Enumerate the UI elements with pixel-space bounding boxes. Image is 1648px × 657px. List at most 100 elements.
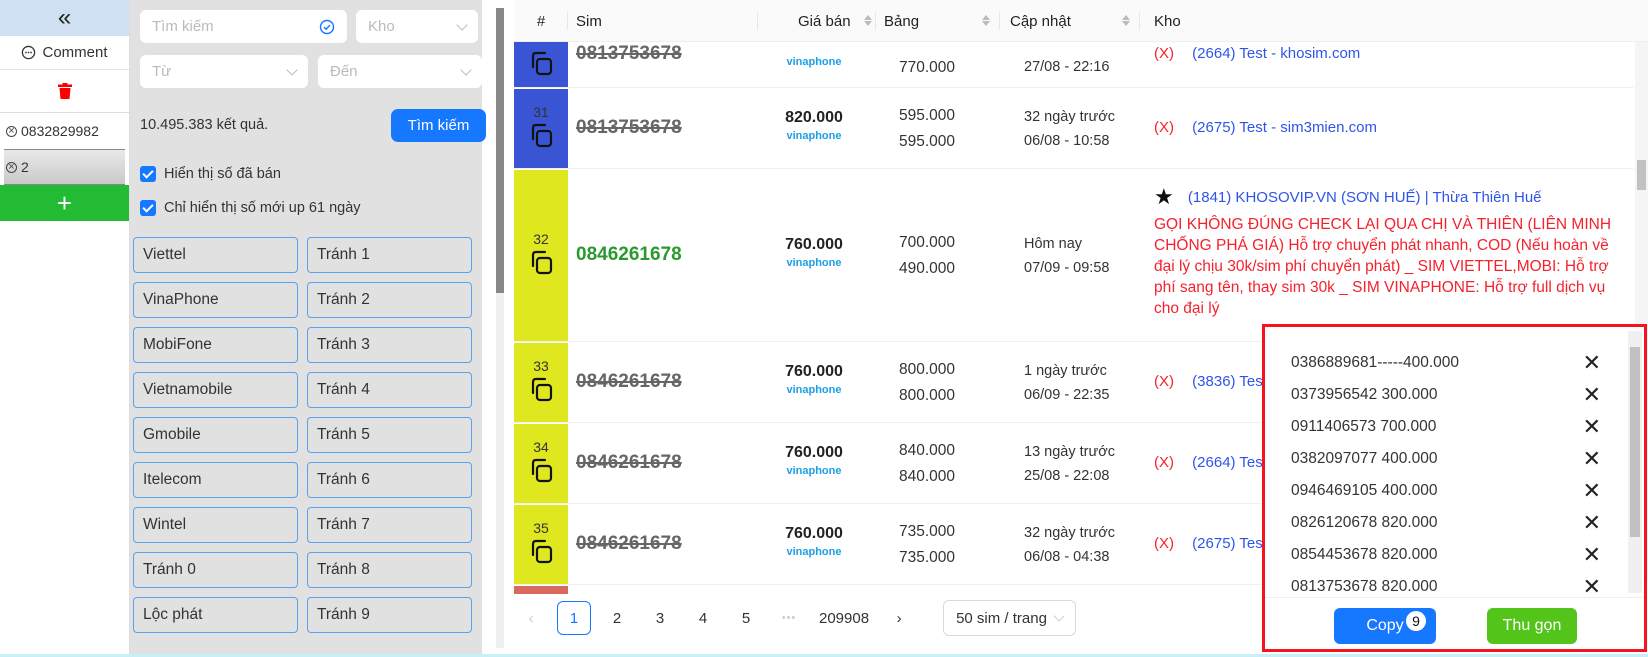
sidebar-tab-active[interactable]: × 2 bbox=[4, 149, 125, 185]
new-only-checkbox[interactable]: Chỉ hiển thị số mới up 61 ngày bbox=[140, 200, 361, 216]
copy-icon[interactable] bbox=[527, 249, 555, 280]
carrier-filter-button[interactable]: Tránh 8 bbox=[307, 552, 472, 588]
pagination-ellipsis[interactable]: ••• bbox=[772, 601, 806, 635]
next-page-button[interactable]: › bbox=[882, 601, 916, 635]
carrier-filter-button[interactable]: Itelecom bbox=[133, 462, 298, 498]
table-row[interactable]: 0813753678 vinaphone 770.000 27/08 - 22:… bbox=[514, 42, 1634, 88]
bang-price-1: 700.000 bbox=[899, 234, 956, 251]
remove-item-icon[interactable]: ✕ bbox=[1583, 350, 1601, 376]
checkbox-checked-icon[interactable] bbox=[140, 166, 156, 182]
collapse-popup-button[interactable]: Thu gọn bbox=[1487, 608, 1577, 644]
updated-cell: 32 ngày trước 06/08 - 04:38 bbox=[1024, 521, 1115, 569]
selected-sim-item: 0911406573 700.000 ✕ bbox=[1291, 411, 1601, 443]
sort-icon[interactable] bbox=[982, 15, 990, 26]
network-label: vinaphone bbox=[786, 546, 842, 558]
updated-cell: 13 ngày trước 25/08 - 22:08 bbox=[1024, 440, 1115, 488]
carrier-filter-button[interactable]: Tránh 6 bbox=[307, 462, 472, 498]
carrier-filter-button[interactable]: Tránh 1 bbox=[307, 237, 472, 273]
delete-button[interactable] bbox=[0, 70, 129, 113]
carrier-filter-button[interactable]: Wintel bbox=[133, 507, 298, 543]
remove-item-icon[interactable]: ✕ bbox=[1583, 382, 1601, 408]
trash-icon bbox=[57, 83, 72, 99]
table-row[interactable]: 31 0813753678 820.000 vinaphone 595.000 … bbox=[514, 89, 1634, 169]
copy-button[interactable]: Copy 9 bbox=[1334, 608, 1436, 644]
remove-item-icon[interactable]: ✕ bbox=[1583, 478, 1601, 504]
carrier-filter-button[interactable]: Viettel bbox=[133, 237, 298, 273]
remove-item-icon[interactable]: ✕ bbox=[1583, 574, 1601, 597]
page-button[interactable]: 3 bbox=[643, 601, 677, 635]
popup-scrollbar[interactable] bbox=[1628, 331, 1642, 593]
sim-number[interactable]: 0813753678 bbox=[576, 43, 682, 65]
remove-item-icon[interactable]: ✕ bbox=[1583, 414, 1601, 440]
carrier-filter-button[interactable]: Lộc phát bbox=[133, 597, 298, 633]
bang-price-1: 800.000 bbox=[899, 361, 956, 378]
bang-price-2: 490.000 bbox=[899, 260, 956, 277]
remove-item-icon[interactable]: ✕ bbox=[1583, 542, 1601, 568]
to-select[interactable]: Đến bbox=[318, 55, 482, 88]
kho-select[interactable]: Kho bbox=[356, 10, 478, 43]
add-tab-button[interactable]: + bbox=[0, 185, 129, 221]
checkbox-checked-icon[interactable] bbox=[140, 200, 156, 216]
kho-link[interactable]: (2664) Test - khosim.com bbox=[1192, 45, 1360, 62]
page-button[interactable]: 1 bbox=[557, 601, 591, 635]
carrier-filter-button[interactable]: Tránh 9 bbox=[307, 597, 472, 633]
carrier-filter-button[interactable]: Tránh 3 bbox=[307, 327, 472, 363]
chevron-down-icon bbox=[456, 18, 468, 31]
scrollbar-thumb[interactable] bbox=[496, 8, 504, 293]
kho-link[interactable]: (2675) Test bbox=[1192, 535, 1267, 552]
header-price[interactable]: Giá bán bbox=[758, 0, 876, 42]
copy-icon[interactable] bbox=[527, 122, 555, 153]
close-tab-icon[interactable]: × bbox=[6, 161, 17, 173]
carrier-filter-button[interactable]: MobiFone bbox=[133, 327, 298, 363]
kho-link[interactable]: (1841) KHOSOVIP.VN (SƠN HUẾ) | Thừa Thiê… bbox=[1188, 189, 1542, 206]
sim-number[interactable]: 0846261678 bbox=[576, 244, 682, 266]
sim-number[interactable]: 0846261678 bbox=[576, 533, 682, 555]
kho-link[interactable]: (2664) Test bbox=[1192, 454, 1267, 471]
kho-status-mark: (X) bbox=[1154, 45, 1174, 62]
last-page-button[interactable]: 209908 bbox=[815, 601, 873, 635]
comment-button[interactable]: Comment bbox=[0, 36, 129, 70]
search-input[interactable]: Tìm kiếm bbox=[140, 10, 347, 43]
scrollbar-thumb[interactable] bbox=[1630, 347, 1640, 537]
page-size-select[interactable]: 50 sim / trang bbox=[943, 600, 1076, 636]
filter-scrollbar[interactable] bbox=[496, 8, 504, 648]
sort-icon[interactable] bbox=[1122, 15, 1130, 26]
copy-icon[interactable] bbox=[527, 538, 555, 569]
remove-item-icon[interactable]: ✕ bbox=[1583, 510, 1601, 536]
carrier-filter-button[interactable]: VinaPhone bbox=[133, 282, 298, 318]
from-select[interactable]: Từ bbox=[140, 55, 308, 88]
table-row[interactable]: 32 0846261678 760.000 vinaphone 700.000 … bbox=[514, 170, 1634, 342]
selected-sim-text: 0373956542 300.000 bbox=[1291, 386, 1438, 403]
prev-page-button[interactable]: ‹ bbox=[514, 601, 548, 635]
sim-number[interactable]: 0813753678 bbox=[576, 117, 682, 139]
copy-icon[interactable] bbox=[527, 50, 555, 81]
sim-number[interactable]: 0846261678 bbox=[576, 371, 682, 393]
page-button[interactable]: 5 bbox=[729, 601, 763, 635]
updated-date: 07/09 - 09:58 bbox=[1024, 260, 1110, 276]
close-tab-icon[interactable]: × bbox=[6, 125, 17, 137]
copy-icon[interactable] bbox=[527, 376, 555, 407]
scrollbar-thumb[interactable] bbox=[1637, 160, 1646, 190]
updated-ago: 32 ngày trước bbox=[1024, 109, 1115, 125]
search-button[interactable]: Tìm kiếm bbox=[391, 109, 486, 142]
carrier-filter-button[interactable]: Tránh 4 bbox=[307, 372, 472, 408]
page-button[interactable]: 4 bbox=[686, 601, 720, 635]
updated-date: 06/08 - 10:58 bbox=[1024, 133, 1110, 149]
page-button[interactable]: 2 bbox=[600, 601, 634, 635]
carrier-filter-button[interactable]: Tránh 0 bbox=[133, 552, 298, 588]
carrier-filter-button[interactable]: Vietnamobile bbox=[133, 372, 298, 408]
kho-link[interactable]: (2675) Test - sim3mien.com bbox=[1192, 119, 1377, 136]
carrier-filter-button[interactable]: Tránh 2 bbox=[307, 282, 472, 318]
collapse-sidebar-button[interactable]: « bbox=[0, 0, 129, 36]
row-index: 34 bbox=[533, 439, 549, 455]
show-sold-checkbox[interactable]: Hiển thị số đã bán bbox=[140, 166, 281, 182]
carrier-filter-button[interactable]: Tránh 5 bbox=[307, 417, 472, 453]
carrier-filter-button[interactable]: Tránh 7 bbox=[307, 507, 472, 543]
carrier-filter-button[interactable]: Gmobile bbox=[133, 417, 298, 453]
copy-icon[interactable] bbox=[527, 457, 555, 488]
remove-item-icon[interactable]: ✕ bbox=[1583, 446, 1601, 472]
sort-icon[interactable] bbox=[864, 15, 872, 26]
kho-link[interactable]: (3836) Test bbox=[1192, 373, 1267, 390]
sim-number[interactable]: 0846261678 bbox=[576, 452, 682, 474]
sidebar-tab[interactable]: × 0832829982 bbox=[0, 113, 129, 149]
